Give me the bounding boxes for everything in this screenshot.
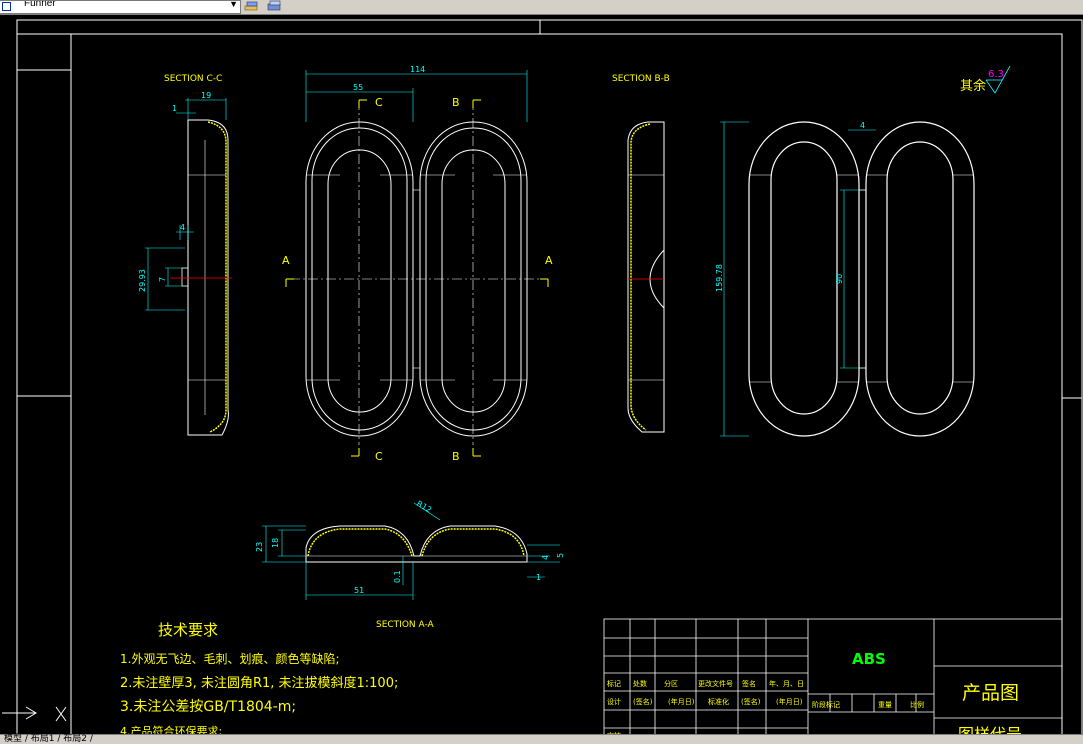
drawing-canvas[interactable]: SECTION C-C 19 1 4 29.93 7 114 55 C B C … xyxy=(0,14,1083,734)
cut-c-top: C xyxy=(375,96,383,109)
section-aa-view: SECTION A-A 23 18 0.1 51 R12 4 5 1 xyxy=(255,499,565,630)
chevron-down-icon[interactable]: ▼ xyxy=(229,1,238,9)
section-cc-label: SECTION C-C xyxy=(164,74,222,84)
right-view-dimensions xyxy=(720,121,876,437)
dim-aa-step-1: 1 xyxy=(536,573,541,582)
technical-notes: 技术要求 1.外观无飞边、毛刺、划痕、颜色等缺陷; 2.未注壁厚3, 未注圆角R… xyxy=(120,621,398,734)
roughness-mark: 其余 6.3 xyxy=(960,65,1011,94)
dim-half-width: 55 xyxy=(353,83,363,92)
cut-b-top: B xyxy=(452,96,460,109)
layer-name: Funner xyxy=(24,0,56,9)
layout-tabs-label[interactable]: 模型 / 布局1 / 布局2 / xyxy=(4,734,93,744)
tb-header-mark: 标记 xyxy=(607,679,621,688)
tb-standardize: 标准化 xyxy=(708,697,729,706)
section-bb-label: SECTION B-B xyxy=(612,74,670,84)
layer-dropdown[interactable]: Funner ▼ xyxy=(0,0,241,14)
right-view xyxy=(748,121,975,437)
roughness-value: 6.3 xyxy=(988,69,1004,80)
dim-aa-width: 51 xyxy=(354,586,364,595)
tb-drawing-name: 产品图 xyxy=(962,682,1019,704)
note-item-4: 4.产品符合环保要求; xyxy=(120,724,222,734)
cut-markers xyxy=(285,99,549,457)
tb-standardize-date: (年月日) xyxy=(776,697,803,706)
tb-header-date: 年、月、日 xyxy=(769,679,804,688)
note-item-2: 2.未注壁厚3, 未注圆角R1, 未注拔模斜度1:100; xyxy=(120,675,398,691)
tb-material: ABS xyxy=(852,650,886,668)
cut-a-right: A xyxy=(545,254,553,267)
tb-header-change-doc: 更改文件号 xyxy=(698,679,733,688)
section-bb-view: SECTION B-B xyxy=(612,74,670,433)
layer-toolbar: Funner ▼ xyxy=(0,0,1083,15)
tb-header-count: 处数 xyxy=(633,679,647,688)
dim-side-width: 19 xyxy=(201,91,211,100)
section-cc-view: SECTION C-C 19 1 4 29.93 7 xyxy=(138,74,232,436)
title-block xyxy=(603,618,1063,734)
notes-title: 技术要求 xyxy=(158,621,218,639)
dim-right-gap: 4 xyxy=(860,121,865,130)
dim-aa-step-4: 4 xyxy=(541,555,550,560)
ucs-icon xyxy=(2,706,67,722)
tb-drawing-no: 图样代号 xyxy=(958,725,1022,734)
dim-aa-radius: R12 xyxy=(415,499,433,515)
layout-tabs: 模型 / 布局1 / 布局2 / xyxy=(0,734,1083,744)
dim-side-step: 1 xyxy=(172,104,177,113)
tb-standardize-sign: (签名) xyxy=(741,697,761,706)
title-block-text: 标记 处数 分区 更改文件号 签名 年、月、日 设计 (签名) (年月日) 标准… xyxy=(607,679,924,734)
dim-overall-height: 159.78 xyxy=(715,264,724,292)
layer-previous-icon[interactable] xyxy=(264,0,284,12)
note-item-1: 1.外观无飞边、毛刺、划痕、颜色等缺陷; xyxy=(120,651,340,666)
front-view-dimensions xyxy=(305,70,528,122)
dim-aa-step-5: 5 xyxy=(556,553,565,558)
tb-header-zone: 分区 xyxy=(664,679,678,688)
dim-aa-height-total: 23 xyxy=(255,542,264,552)
cut-a-left: A xyxy=(282,254,290,267)
dim-aa-thickness: 0.1 xyxy=(393,570,402,583)
dim-aa-height-inner: 18 xyxy=(271,538,280,548)
dim-side-slot-height: 29.93 xyxy=(138,269,147,292)
cut-b-bottom: B xyxy=(452,450,460,463)
cut-c-bottom: C xyxy=(375,450,383,463)
dim-side-gap: 4 xyxy=(180,223,185,232)
dim-inner-height: 90 xyxy=(835,274,844,284)
front-view xyxy=(290,100,545,445)
dim-overall-width: 114 xyxy=(410,65,425,74)
note-item-3: 3.未注公差按GB/T1804-m; xyxy=(120,699,296,715)
tb-stage-label: 阶段标记 xyxy=(812,700,840,709)
layer-color-swatch-icon xyxy=(2,2,11,11)
tb-scale-label: 比例 xyxy=(910,700,924,709)
tb-design-sign: (签名) xyxy=(633,697,653,706)
roughness-prefix: 其余 xyxy=(960,78,986,94)
tb-design-date: (年月日) xyxy=(668,697,695,706)
section-aa-label: SECTION A-A xyxy=(376,620,435,630)
dim-side-slot-inner: 7 xyxy=(158,277,167,282)
tb-header-sign: 签名 xyxy=(742,679,756,688)
tb-design: 设计 xyxy=(607,697,621,706)
tb-weight-label: 重量 xyxy=(878,701,892,709)
layer-states-icon[interactable] xyxy=(242,0,262,12)
